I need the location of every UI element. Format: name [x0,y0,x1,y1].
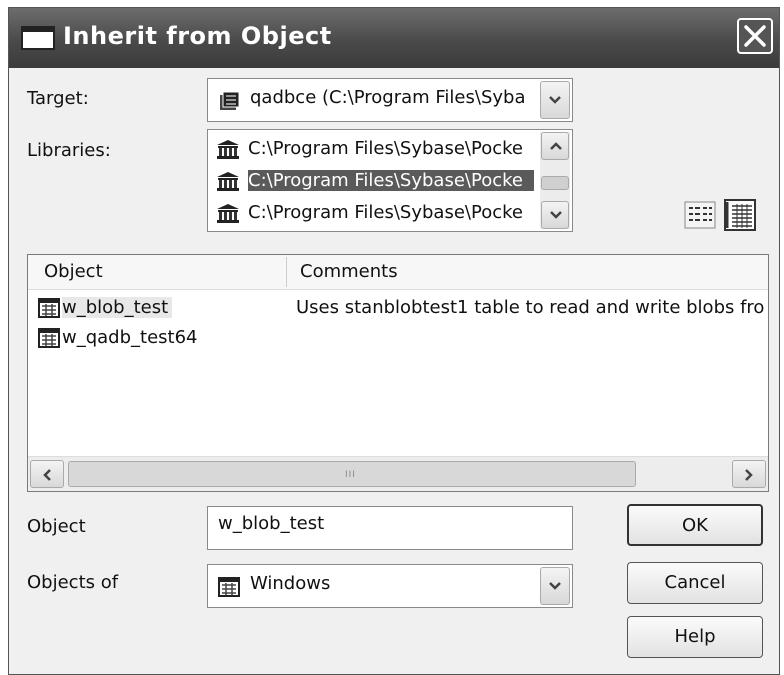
help-button[interactable]: Help [627,616,763,658]
library-item[interactable]: C:\Program Files\Sybase\Pocke [208,134,534,164]
chevron-down-icon [549,582,561,590]
close-button[interactable] [737,18,773,54]
column-divider[interactable] [286,257,287,287]
objects-of-dropdown-arrow[interactable] [540,567,570,605]
library-item-label: C:\Program Files\Sybase\Pocke [248,170,534,191]
window-icon [218,577,240,597]
scroll-right-button[interactable] [732,460,766,488]
objects-of-dropdown[interactable]: Windows [207,564,573,608]
chevron-down-icon [549,96,561,104]
libraries-scrollbar[interactable] [540,132,570,229]
scroll-up-button[interactable] [541,132,569,160]
target-label: Target: [27,88,89,109]
libraries-list[interactable]: C:\Program Files\Sybase\Pocke C:\Program… [207,129,573,232]
chevron-down-icon [550,211,562,219]
grid-horizontal-scrollbar[interactable]: III [28,456,768,491]
library-item[interactable]: C:\Program Files\Sybase\Pocke [208,166,534,196]
target-dropdown[interactable]: qadbce (C:\Program Files\Syba [207,78,573,122]
inherit-dialog: Inherit from Object Target: qadbce (C:\P… [8,7,780,675]
chevron-left-icon [43,469,51,481]
list-view-icon [684,201,716,229]
objects-of-value: Windows [250,573,331,594]
window-icon [21,26,55,50]
ok-button[interactable]: OK [627,504,763,546]
table-row[interactable]: w_qadb_test64 [28,325,768,353]
cancel-button[interactable]: Cancel [627,562,763,604]
scroll-thumb[interactable] [541,176,569,190]
column-header-object[interactable]: Object [44,261,103,282]
library-item[interactable]: C:\Program Files\Sybase\Pocke [208,198,534,228]
window-icon [38,328,60,348]
library-icon [217,204,239,223]
chevron-up-icon [550,142,562,150]
scroll-grip: III [345,470,356,480]
details-view-button[interactable] [723,198,757,232]
object-label: Object [27,516,86,537]
object-field[interactable]: w_blob_test [207,506,573,550]
close-icon [744,25,766,47]
details-view-icon [724,199,756,231]
table-row[interactable]: w_blob_test Uses stanblobtest1 table to … [28,295,768,323]
object-field-value: w_blob_test [218,513,325,534]
scroll-thumb[interactable]: III [68,461,636,487]
object-name: w_qadb_test64 [62,327,198,348]
objects-of-label: Objects of [27,572,119,593]
chevron-right-icon [745,469,753,481]
library-icon [217,140,239,159]
target-value: qadbce (C:\Program Files\Syba [250,87,526,108]
library-item-label: C:\Program Files\Sybase\Pocke [248,202,523,223]
grid-header: Object Comments [28,255,768,290]
title-bar[interactable]: Inherit from Object [9,8,779,68]
libraries-label: Libraries: [27,140,111,161]
database-icon [220,91,240,110]
column-header-comments[interactable]: Comments [300,261,398,282]
objects-grid[interactable]: Object Comments w_blob_test Uses stanblo… [27,254,769,492]
object-comment: Uses stanblobtest1 table to read and wri… [296,297,764,318]
dialog-title: Inherit from Object [63,22,332,50]
library-item-label: C:\Program Files\Sybase\Pocke [248,138,523,159]
target-dropdown-arrow[interactable] [540,81,570,119]
library-icon [217,172,239,191]
list-view-button[interactable] [683,198,717,232]
scroll-down-button[interactable] [541,201,569,229]
object-name: w_blob_test [62,297,173,318]
window-icon [38,298,60,318]
scroll-left-button[interactable] [30,460,64,488]
